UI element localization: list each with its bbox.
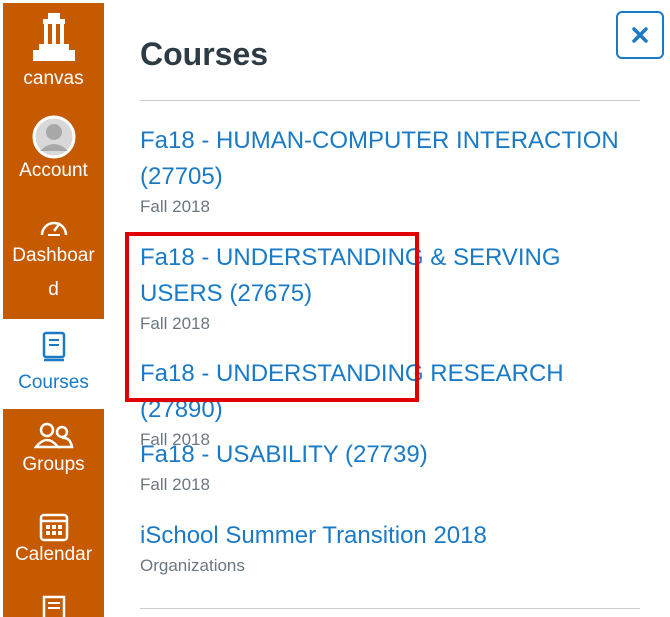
close-tray-button[interactable]: [616, 11, 664, 59]
nav-account-label: Account: [19, 160, 88, 181]
course-term: Organizations: [140, 556, 245, 575]
tray-title: Courses: [140, 36, 269, 72]
course-link[interactable]: Fa18 - USABILITY (27739): [140, 437, 640, 473]
nav-courses-label: Courses: [18, 372, 89, 393]
close-icon: [632, 27, 648, 43]
book-icon: [42, 331, 65, 362]
nav-dashboard-label: Dashboard: [12, 245, 95, 300]
course-link[interactable]: Fa18 - HUMAN-COMPUTER INTERACTION (27705…: [140, 123, 640, 195]
nav-groups[interactable]: Groups: [3, 411, 104, 493]
divider-bottom: [140, 608, 640, 609]
tower-logo-icon: [32, 13, 75, 61]
course-link[interactable]: Fa18 - UNDERSTANDING & SERVING USERS (27…: [140, 240, 640, 312]
nav-groups-label: Groups: [22, 454, 85, 475]
inbox-icon: [42, 595, 65, 617]
canvas-logo[interactable]: canvas: [3, 3, 104, 91]
course-item: Fa18 - UNDERSTANDING & SERVING USERS (27…: [140, 240, 640, 334]
course-item: iSchool Summer Transition 2018 Organizat…: [140, 518, 640, 576]
calendar-icon: [39, 513, 68, 542]
nav-account[interactable]: Account: [3, 111, 104, 191]
nav-dashboard[interactable]: Dashboard: [3, 213, 104, 317]
course-term: Fall 2018: [140, 314, 210, 333]
avatar-icon: [32, 115, 75, 159]
groups-icon: [33, 422, 74, 449]
course-item: Fa18 - USABILITY (27739) Fall 2018: [140, 437, 640, 495]
divider-top: [140, 100, 640, 101]
canvas-logo-label: canvas: [23, 68, 84, 89]
course-link[interactable]: iSchool Summer Transition 2018: [140, 518, 640, 554]
course-term: Fall 2018: [140, 475, 210, 494]
nav-inbox[interactable]: [3, 591, 104, 617]
course-link[interactable]: Fa18 - UNDERSTANDING RESEARCH (27890): [140, 356, 640, 428]
global-nav: canvas Account Dashboard Courses Groups …: [3, 3, 104, 617]
nav-calendar[interactable]: Calendar: [3, 501, 104, 587]
dashboard-gauge-icon: [40, 221, 67, 236]
course-item: Fa18 - HUMAN-COMPUTER INTERACTION (27705…: [140, 123, 640, 217]
course-term: Fall 2018: [140, 197, 210, 216]
nav-calendar-label: Calendar: [14, 544, 93, 565]
course-item: Fa18 - UNDERSTANDING RESEARCH (27890) Fa…: [140, 356, 640, 450]
nav-courses[interactable]: Courses: [3, 319, 104, 409]
